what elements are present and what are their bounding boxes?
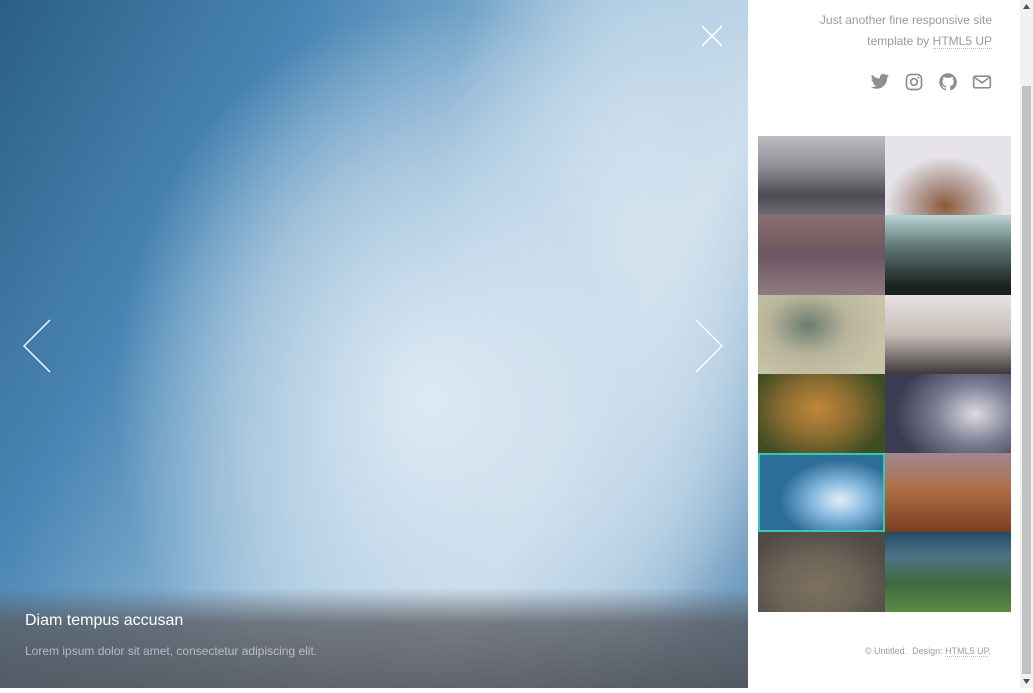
scroll-down-icon[interactable]	[1020, 674, 1033, 688]
thumbnail[interactable]	[885, 294, 1011, 374]
caption-title: Diam tempus accusan	[25, 612, 184, 629]
tagline: Just another fine responsive site templa…	[772, 10, 992, 52]
design-label: Design:	[912, 646, 943, 656]
thumbnail[interactable]	[758, 532, 885, 612]
thumbnail[interactable]	[885, 136, 1011, 216]
footer-html5up-link[interactable]: HTML5 UP	[945, 646, 989, 657]
footer-credit: © Untitled. Design: HTML5 UP.	[864, 646, 991, 657]
close-icon[interactable]	[700, 24, 724, 48]
thumbnail[interactable]	[885, 373, 1011, 454]
image-viewer: Diam tempus accusan Lorem ipsum dolor si…	[0, 0, 748, 688]
chevron-right-icon[interactable]	[694, 318, 724, 374]
thumbnail[interactable]	[758, 294, 885, 374]
github-icon[interactable]	[938, 72, 958, 92]
envelope-icon[interactable]	[972, 72, 992, 92]
sidebar: Just another fine responsive site templa…	[748, 0, 1020, 688]
thumbnail[interactable]	[758, 136, 885, 216]
thumbnail[interactable]	[885, 532, 1011, 612]
copyright-text: © Untitled.	[864, 646, 908, 656]
thumbnail[interactable]	[885, 453, 1011, 533]
caption: Diam tempus accusan Lorem ipsum dolor si…	[25, 612, 317, 658]
html5up-link[interactable]: HTML5 UP	[932, 34, 992, 49]
footer-period: .	[988, 646, 991, 656]
social-icons	[870, 72, 992, 92]
caption-text: Lorem ipsum dolor sit amet, consectetur …	[25, 644, 318, 658]
instagram-icon[interactable]	[904, 72, 924, 92]
scroll-thumb[interactable]	[1022, 86, 1031, 674]
thumbnail[interactable]	[758, 373, 885, 454]
chevron-left-icon[interactable]	[22, 318, 52, 374]
twitter-icon[interactable]	[870, 72, 890, 92]
scrollbar[interactable]	[1020, 0, 1033, 688]
scroll-up-icon[interactable]	[1020, 0, 1033, 14]
thumbnail[interactable]	[758, 215, 885, 295]
thumbnail-active[interactable]	[758, 453, 885, 533]
thumbnail[interactable]	[885, 215, 1011, 295]
thumbnail-grid	[758, 136, 1011, 612]
